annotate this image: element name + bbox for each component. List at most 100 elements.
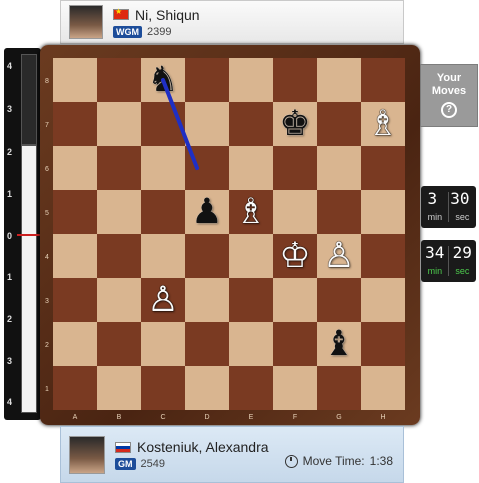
white-bishop-icon[interactable]: ♗ — [229, 190, 273, 234]
bottom-player-name[interactable]: Kosteniuk, Alexandra — [137, 439, 269, 455]
square-d6[interactable] — [185, 146, 229, 190]
white-king-icon[interactable]: ♔ — [273, 234, 317, 278]
eval-mark: 1 — [7, 189, 13, 199]
square-g7[interactable] — [317, 102, 361, 146]
square-b8[interactable] — [97, 58, 141, 102]
square-h8[interactable] — [361, 58, 405, 102]
clock-seconds: 29 — [452, 243, 472, 262]
rank-label: 5 — [45, 210, 49, 217]
square-f1[interactable] — [273, 366, 317, 410]
clock-min-label: min — [427, 212, 443, 222]
white-pawn-icon[interactable]: ♙ — [317, 234, 361, 278]
square-d2[interactable] — [185, 322, 229, 366]
rank-label: 1 — [45, 386, 49, 393]
file-label: G — [336, 414, 342, 421]
square-b1[interactable] — [97, 366, 141, 410]
square-c2[interactable] — [141, 322, 185, 366]
square-d1[interactable] — [185, 366, 229, 410]
file-label: D — [204, 414, 210, 421]
white-pawn-icon[interactable]: ♙ — [141, 278, 185, 322]
square-c6[interactable] — [141, 146, 185, 190]
top-player-rating: 2399 — [147, 25, 172, 38]
move-time-value: 1:38 — [369, 454, 393, 468]
square-c1[interactable] — [141, 366, 185, 410]
eval-mark: 3 — [7, 104, 13, 114]
square-c5[interactable] — [141, 190, 185, 234]
rank-label: 3 — [45, 298, 49, 305]
russia-flag-icon — [115, 441, 131, 453]
square-c4[interactable] — [141, 234, 185, 278]
clock-minutes: 34 — [425, 243, 445, 262]
eval-mark: 4 — [7, 397, 13, 407]
bottom-player-avatar — [69, 435, 105, 474]
square-d8[interactable] — [185, 58, 229, 102]
square-a3[interactable] — [53, 278, 97, 322]
top-player-name[interactable]: Ni, Shiqun — [135, 7, 200, 23]
square-b4[interactable] — [97, 234, 141, 278]
square-b3[interactable] — [97, 278, 141, 322]
top-player-title-badge: WGM — [113, 25, 142, 38]
square-h6[interactable] — [361, 146, 405, 190]
clock-sec-label: sec — [455, 212, 470, 222]
square-g5[interactable] — [317, 190, 361, 234]
square-f8[interactable] — [273, 58, 317, 102]
rank-label: 4 — [45, 254, 49, 261]
square-a5[interactable] — [53, 190, 97, 234]
file-label: F — [292, 414, 298, 421]
square-a2[interactable] — [53, 322, 97, 366]
black-pawn-icon[interactable]: ♟ — [185, 190, 229, 234]
square-a8[interactable] — [53, 58, 97, 102]
square-h1[interactable] — [361, 366, 405, 410]
bottom-player-panel: Kosteniuk, Alexandra GM 2549 Move Time: … — [60, 426, 404, 483]
eval-white-advantage — [21, 145, 37, 413]
square-f6[interactable] — [273, 146, 317, 190]
eval-mark: 4 — [7, 61, 13, 71]
square-f5[interactable] — [273, 190, 317, 234]
square-a6[interactable] — [53, 146, 97, 190]
your-moves-button[interactable]: Your Moves ? — [420, 64, 478, 127]
top-player-panel: Ni, Shiqun WGM 2399 — [60, 0, 404, 44]
square-e6[interactable] — [229, 146, 273, 190]
china-flag-icon — [113, 7, 129, 20]
square-g1[interactable] — [317, 366, 361, 410]
square-d7[interactable] — [185, 102, 229, 146]
white-bishop-icon[interactable]: ♗ — [361, 102, 405, 146]
rank-label: 2 — [45, 342, 49, 349]
square-g3[interactable] — [317, 278, 361, 322]
square-h4[interactable] — [361, 234, 405, 278]
square-d4[interactable] — [185, 234, 229, 278]
square-e8[interactable] — [229, 58, 273, 102]
square-e3[interactable] — [229, 278, 273, 322]
eval-mark: 2 — [7, 147, 13, 157]
square-e7[interactable] — [229, 102, 273, 146]
square-h2[interactable] — [361, 322, 405, 366]
square-e4[interactable] — [229, 234, 273, 278]
square-e2[interactable] — [229, 322, 273, 366]
square-h5[interactable] — [361, 190, 405, 234]
top-player-avatar — [69, 5, 103, 39]
square-b2[interactable] — [97, 322, 141, 366]
eval-mark: 3 — [7, 356, 13, 366]
square-g8[interactable] — [317, 58, 361, 102]
square-b5[interactable] — [97, 190, 141, 234]
square-a7[interactable] — [53, 102, 97, 146]
top-player-clock: 3 30 min sec — [421, 186, 476, 228]
black-knight-icon[interactable]: ♞ — [141, 58, 185, 102]
square-f2[interactable] — [273, 322, 317, 366]
square-h3[interactable] — [361, 278, 405, 322]
square-d3[interactable] — [185, 278, 229, 322]
black-bishop-icon[interactable]: ♝ — [317, 322, 361, 366]
bottom-player-title-badge: GM — [115, 458, 136, 470]
square-a4[interactable] — [53, 234, 97, 278]
help-icon[interactable]: ? — [441, 102, 457, 118]
square-c7[interactable] — [141, 102, 185, 146]
square-b7[interactable] — [97, 102, 141, 146]
square-b6[interactable] — [97, 146, 141, 190]
square-f3[interactable] — [273, 278, 317, 322]
move-time: Move Time: 1:38 — [284, 454, 393, 468]
square-g6[interactable] — [317, 146, 361, 190]
square-a1[interactable] — [53, 366, 97, 410]
black-king-icon[interactable]: ♚ — [273, 102, 317, 146]
square-e1[interactable] — [229, 366, 273, 410]
file-label: H — [380, 414, 386, 421]
